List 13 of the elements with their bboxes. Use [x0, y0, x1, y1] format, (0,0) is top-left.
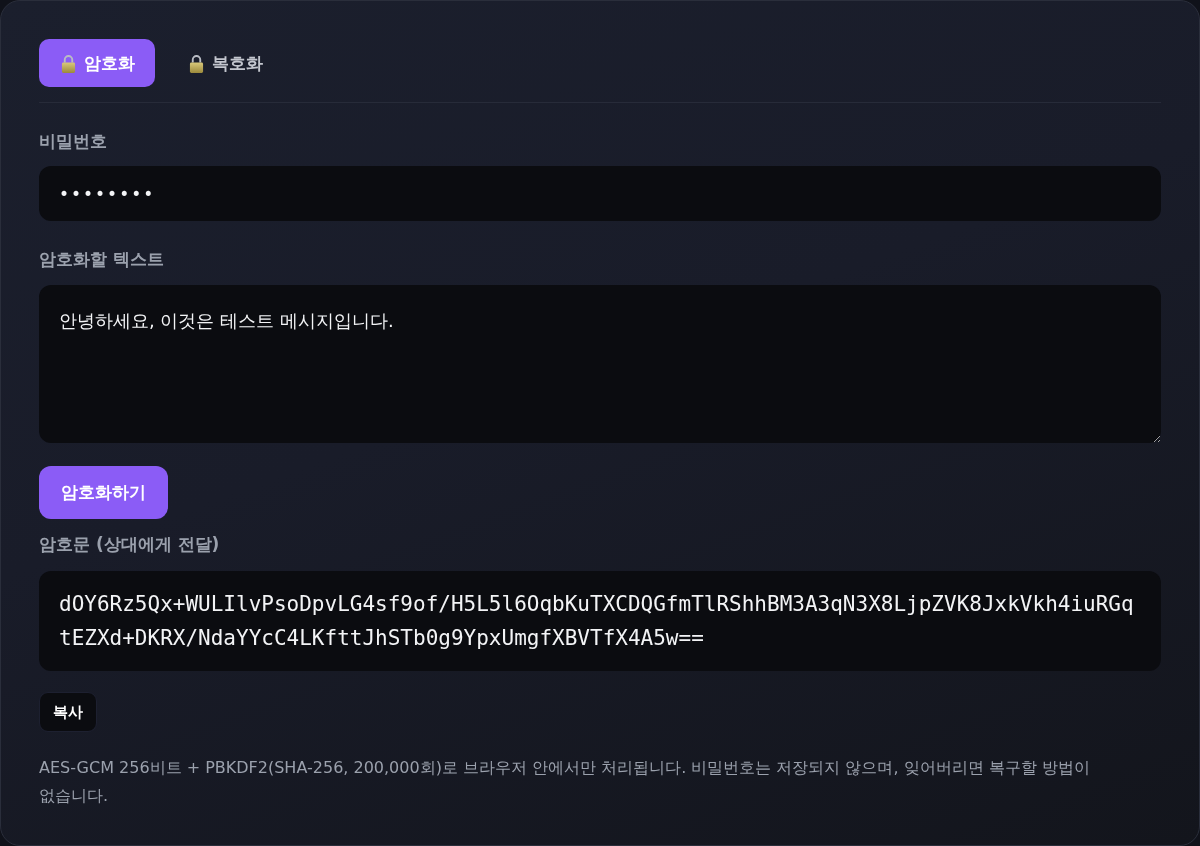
tab[interactable]: 복호화 — [167, 39, 283, 87]
padlock-icon — [61, 53, 76, 73]
tab[interactable]: 암호화 — [39, 39, 155, 87]
plaintext-field[interactable]: 안녕하세요, 이것은 테스트 메시지입니다. — [39, 285, 1161, 443]
security-note: AES-GCM 256비트 + PBKDF2(SHA-256, 200,000회)로 브라우저 안에서만 처리됩니다. 비밀번호는 저장되지 않으며, 잊어버리면 복구할 방법이 없습니다. — [39, 757, 1091, 807]
password-label: 비밀번호 — [39, 130, 107, 152]
copy-button[interactable]: 복사 — [39, 692, 97, 732]
plaintext-label: 암호화할 텍스트 — [39, 248, 164, 270]
password-field[interactable]: •••••••• — [39, 166, 1161, 221]
encrypt-button[interactable]: 암호화하기 — [39, 466, 168, 519]
ciphertext-output: dOY6Rz5Qx+WULIlvPsoDpvLG4sf9of/H5L5l6OqbKuTXCDQGfmTlRShhBM3A3qN3X8LjpZVK8JxkVkh4iuRGqtEZXd+DKRX/NdaYYcC4LKfttJhSTb0g9YpxUmgfXBVTfX4A5w== — [39, 571, 1161, 671]
padlock-icon — [189, 53, 204, 73]
ciphertext-label: 암호문 (상대에게 전달) — [39, 533, 220, 555]
